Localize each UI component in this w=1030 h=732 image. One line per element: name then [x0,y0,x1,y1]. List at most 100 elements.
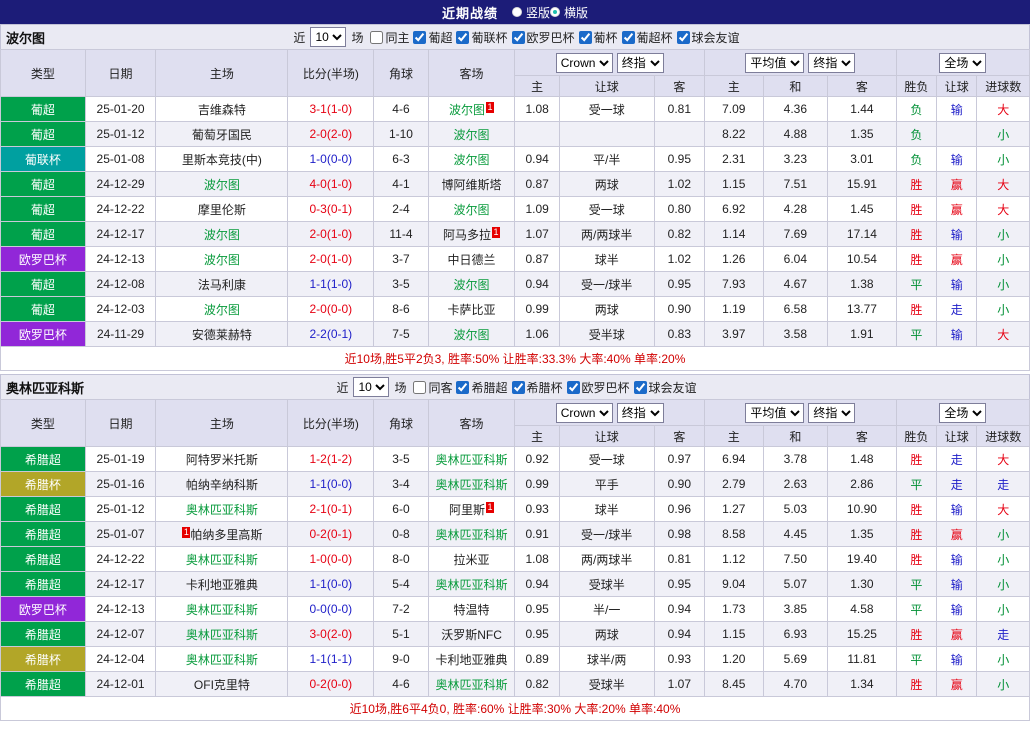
checkbox-input[interactable] [512,381,525,394]
filter-checkbox-球会友谊[interactable]: 球会友谊 [634,379,697,396]
team-name[interactable]: 卡利地亚雅典 [436,653,508,667]
team-name[interactable]: 卡萨比亚 [448,303,496,317]
team-name[interactable]: 奥林匹亚科斯 [186,603,258,617]
team-name[interactable]: 里斯本竞技(中) [182,153,262,167]
filter-checkbox-欧罗巴杯[interactable]: 欧罗巴杯 [512,29,575,46]
filter-checkbox-同客[interactable]: 同客 [413,379,452,396]
filter-checkbox-葡联杯[interactable]: 葡联杯 [456,29,507,46]
odds-type-select[interactable]: 终指 [617,53,664,73]
avg-type-select[interactable]: 终指 [808,53,855,73]
team-name[interactable]: 奥林匹亚科斯 [186,628,258,642]
team-name[interactable]: 奥林匹亚科斯 [436,528,508,542]
bookmaker-select[interactable]: Crown [556,403,613,423]
team-name[interactable]: 吉维森特 [198,103,246,117]
radio-icon[interactable] [512,7,522,17]
filter-checkbox-球会友谊[interactable]: 球会友谊 [677,29,740,46]
team-name[interactable]: 波尔图 [454,328,490,342]
col-header-4: 角球 [374,400,428,447]
odds-type-select[interactable]: 终指 [617,403,664,423]
average-select[interactable]: 平均值 [745,53,804,73]
team-name[interactable]: 奥林匹亚科斯 [436,453,508,467]
layout-option-0[interactable]: 竖版 [512,4,550,21]
team-name[interactable]: OFI克里特 [194,678,250,692]
match-count-select[interactable]: 10 [310,27,346,47]
avg-draw-odds: 2.63 [763,472,828,497]
team-name[interactable]: 波尔图 [454,128,490,142]
handicap-away-odds: 1.02 [654,247,704,272]
checkbox-input[interactable] [579,31,592,44]
filter-checkbox-葡超[interactable]: 葡超 [413,29,452,46]
avg-home-odds: 1.14 [705,222,764,247]
layout-option-1[interactable]: 横版 [550,4,588,21]
match-row: 希腊超24-12-17卡利地亚雅典1-1(0-0)5-4奥林匹亚科斯0.94受球… [1,572,1030,597]
team-name[interactable]: 拉米亚 [454,553,490,567]
team-name[interactable]: 安德莱赫特 [192,328,252,342]
team-name[interactable]: 波尔图 [449,103,485,117]
col-header-0: 类型 [1,400,86,447]
checkbox-input[interactable] [512,31,525,44]
team-name[interactable]: 博阿维斯塔 [442,178,502,192]
handicap-home-odds: 0.87 [515,172,559,197]
checkbox-input[interactable] [634,381,647,394]
team-name[interactable]: 帕纳多里高斯 [190,528,262,542]
checkbox-input[interactable] [456,31,469,44]
team-name[interactable]: 帕纳辛纳科斯 [186,478,258,492]
header-select-row: 类型日期主场比分(半场)角球客场Crown终指平均值终指全场 [1,400,1030,426]
checkbox-input[interactable] [622,31,635,44]
team-name[interactable]: 波尔图 [454,203,490,217]
filter-checkbox-希腊杯[interactable]: 希腊杯 [512,379,563,396]
goals-result: 大 [977,322,1030,347]
league-badge: 希腊超 [1,522,86,547]
checkbox-input[interactable] [456,381,469,394]
avg-draw-odds: 4.45 [763,522,828,547]
scope-select[interactable]: 全场 [939,53,986,73]
checkbox-input[interactable] [370,31,383,44]
checkbox-label: 欧罗巴杯 [582,379,630,396]
team-name[interactable]: 沃罗斯NFC [441,628,502,642]
team-name[interactable]: 奥林匹亚科斯 [436,478,508,492]
team-name[interactable]: 阿马多拉 [443,228,491,242]
team-name[interactable]: 中日德兰 [448,253,496,267]
avg-home-odds: 8.45 [705,672,764,697]
match-date: 24-12-13 [85,597,156,622]
handicap-away-odds: 0.95 [654,147,704,172]
match-count-select[interactable]: 10 [353,377,389,397]
team-name[interactable]: 波尔图 [454,278,490,292]
checkbox-input[interactable] [677,31,690,44]
team-name[interactable]: 阿里斯 [449,503,485,517]
bookmaker-select[interactable]: Crown [556,53,613,73]
team-name[interactable]: 波尔图 [204,228,240,242]
team-name[interactable]: 卡利地亚雅典 [186,578,258,592]
filter-checkbox-欧罗巴杯[interactable]: 欧罗巴杯 [567,379,630,396]
team-name[interactable]: 奥林匹亚科斯 [186,653,258,667]
handicap-line: 球半 [559,247,654,272]
team-name[interactable]: 摩里伦斯 [198,203,246,217]
team-name[interactable]: 波尔图 [204,303,240,317]
team-name[interactable]: 波尔图 [204,178,240,192]
match-score: 1-2(1-2) [288,447,374,472]
team-name[interactable]: 波尔图 [204,253,240,267]
team-name[interactable]: 奥林匹亚科斯 [186,553,258,567]
team-name[interactable]: 波尔图 [454,153,490,167]
team-name[interactable]: 奥林匹亚科斯 [186,503,258,517]
checkbox-input[interactable] [567,381,580,394]
checkbox-input[interactable] [413,31,426,44]
checkbox-input[interactable] [413,381,426,394]
average-select[interactable]: 平均值 [745,403,804,423]
radio-selected-icon[interactable] [550,7,560,17]
team-name[interactable]: 阿特罗米托斯 [186,453,258,467]
home-team: 安德莱赫特 [156,322,288,347]
filter-checkbox-同主[interactable]: 同主 [370,29,409,46]
team-name[interactable]: 葡萄牙国民 [192,128,252,142]
filter-checkbox-葡超杯[interactable]: 葡超杯 [622,29,673,46]
scope-select[interactable]: 全场 [939,403,986,423]
avg-away-odds: 17.14 [828,222,897,247]
team-name[interactable]: 法马利康 [198,278,246,292]
avg-away-odds: 4.58 [828,597,897,622]
team-name[interactable]: 奥林匹亚科斯 [436,578,508,592]
filter-checkbox-葡杯[interactable]: 葡杯 [579,29,618,46]
avg-type-select[interactable]: 终指 [808,403,855,423]
filter-checkbox-希腊超[interactable]: 希腊超 [456,379,507,396]
team-name[interactable]: 特温特 [454,603,490,617]
team-name[interactable]: 奥林匹亚科斯 [436,678,508,692]
